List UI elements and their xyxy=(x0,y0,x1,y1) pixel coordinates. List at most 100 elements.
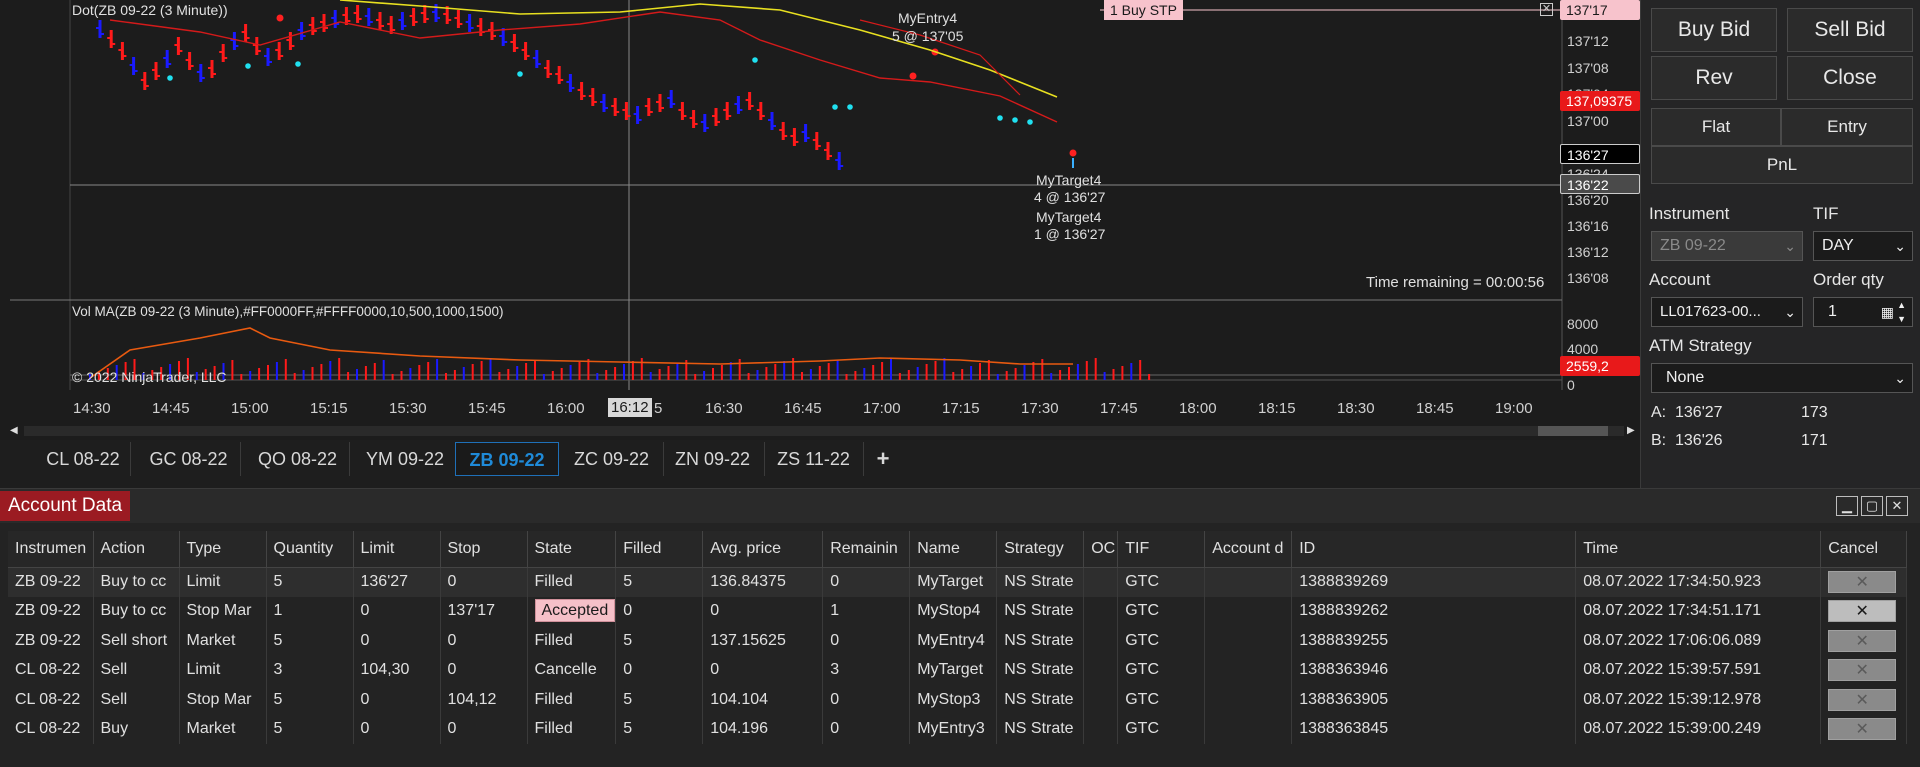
table-cell: Stop Mar xyxy=(179,596,267,626)
column-header[interactable]: Stop xyxy=(440,531,528,568)
table-cell: 104.104 xyxy=(702,685,824,715)
buy-bid-button[interactable]: Buy Bid xyxy=(1651,8,1777,52)
column-header[interactable]: Instrumen xyxy=(8,531,94,568)
table-cell: NS Strate xyxy=(996,714,1085,744)
tab-gc-08-22[interactable]: GC 08-22 xyxy=(137,442,241,476)
table-cell: NS Strate xyxy=(996,655,1085,685)
entry-annotation-detail: 5 @ 137'05 xyxy=(892,28,964,44)
cancel-order-button[interactable]: ✕ xyxy=(1828,629,1897,652)
table-row[interactable]: CL 08-22 Buy Market 5 0 0 Filled 5 104.196 0 MyEnt… xyxy=(8,714,1908,744)
column-header[interactable]: Type xyxy=(179,531,267,568)
scroll-left-icon[interactable]: ◀ xyxy=(10,424,22,438)
tab-zs-11-22[interactable]: ZS 11-22 xyxy=(764,442,864,476)
tab-qo-08-22[interactable]: QO 08-22 xyxy=(246,442,350,476)
calculator-icon[interactable]: ▦ xyxy=(1881,298,1894,326)
reverse-button[interactable]: Rev xyxy=(1651,56,1777,100)
table-cell: 136.84375 xyxy=(702,567,824,597)
order-qty-input[interactable]: 1 ▦ ▲ ▼ xyxy=(1813,297,1913,327)
tab-cl-08-22[interactable]: CL 08-22 xyxy=(36,442,131,476)
column-header[interactable]: OC xyxy=(1083,531,1119,568)
column-header[interactable]: Avg. price xyxy=(702,531,824,568)
minimize-icon[interactable]: ▁ xyxy=(1836,496,1858,516)
cancel-order-button[interactable]: ✕ xyxy=(1828,571,1897,593)
scroll-right-icon[interactable]: ▶ xyxy=(1627,424,1639,438)
volume-tick: 8000 xyxy=(1567,316,1599,332)
column-header[interactable]: Quantity xyxy=(266,531,354,568)
cancel-order-button[interactable]: ✕ xyxy=(1828,600,1897,623)
table-row[interactable]: CL 08-22 Sell Stop Mar 5 0 104,12 Filled 5 104.1… xyxy=(8,685,1908,715)
spinner-icon[interactable]: ▲ ▼ xyxy=(1897,298,1906,326)
table-cell: MyStop3 xyxy=(909,685,998,715)
tab-zc-09-22[interactable]: ZC 09-22 xyxy=(560,442,664,476)
time-remaining: Time remaining = 00:00:56 xyxy=(1366,274,1545,291)
table-cell: Filled xyxy=(527,567,617,597)
volume-indicator-label: Vol MA(ZB 09-22 (3 Minute),#FF0000FF,#FF… xyxy=(72,304,504,319)
entry-button[interactable]: Entry xyxy=(1781,108,1913,146)
flat-button[interactable]: Flat xyxy=(1651,108,1781,146)
cancel-order-button[interactable]: ✕ xyxy=(1828,688,1897,711)
close-button[interactable]: Close xyxy=(1787,56,1913,100)
table-cell: Filled xyxy=(527,685,617,715)
table-cell: MyTarget xyxy=(909,567,998,597)
column-header[interactable]: Time xyxy=(1575,531,1822,568)
table-cell: GTC xyxy=(1117,655,1206,685)
table-cell: MyEntry4 xyxy=(909,626,998,656)
chart-area[interactable]: Dot(ZB 09-22 (3 Minute)) Vol MA(ZB 09-22… xyxy=(0,0,1640,440)
account-data-titlebar[interactable]: Account Data ▁ ▢ ✕ xyxy=(0,489,1920,523)
column-header[interactable]: Limit xyxy=(353,531,441,568)
column-header[interactable]: Strategy xyxy=(996,531,1085,568)
table-cell: 1 xyxy=(822,596,911,626)
instrument-tabs: CL 08-22 GC 08-22 QO 08-22 YM 09-22 ZB 0… xyxy=(0,440,1640,478)
instrument-select[interactable]: ZB 09-22 ⌄ xyxy=(1651,231,1803,261)
cancel-cell: ✕ xyxy=(1820,655,1908,685)
pnl-button[interactable]: PnL xyxy=(1651,146,1913,184)
close-window-icon[interactable]: ✕ xyxy=(1886,496,1908,516)
indicator-dot xyxy=(1069,149,1077,157)
instrument-label: Instrument xyxy=(1649,204,1730,223)
maximize-icon[interactable]: ▢ xyxy=(1861,496,1883,516)
tab-zb-09-22[interactable]: ZB 09-22 xyxy=(455,442,559,476)
table-cell: 5 xyxy=(615,685,704,715)
add-tab-button[interactable]: + xyxy=(866,442,900,476)
table-cell: Sell xyxy=(93,685,180,715)
table-row[interactable]: ZB 09-22 Buy to cc Limit 5 136'27 0 Filled 5 136… xyxy=(8,567,1908,597)
cancel-cell: ✕ xyxy=(1820,567,1908,597)
table-cell: Market xyxy=(179,626,267,656)
column-header[interactable]: TIF xyxy=(1117,531,1206,568)
column-header[interactable]: Action xyxy=(93,531,180,568)
order-tag-buy-stp[interactable]: 1 Buy STP xyxy=(1104,0,1183,20)
table-cell: Filled xyxy=(527,714,617,744)
horizontal-scrollbar[interactable] xyxy=(24,426,1624,436)
indicator-dot xyxy=(832,104,838,110)
table-row[interactable]: ZB 09-22 Buy to cc Stop Mar 1 0 137'17 Accepte… xyxy=(8,596,1908,626)
table-cell: 1388839255 xyxy=(1291,626,1577,656)
table-row[interactable]: CL 08-22 Sell Limit 3 104,30 0 Cancelle 0 0 3 MyTa… xyxy=(8,655,1908,685)
tab-ym-09-22[interactable]: YM 09-22 xyxy=(354,442,457,476)
indicator-dot xyxy=(909,72,917,80)
table-cell: 104,12 xyxy=(440,685,528,715)
table-cell: CL 08-22 xyxy=(8,655,94,685)
time-tick: 14:45 xyxy=(152,400,190,417)
column-header[interactable]: ID xyxy=(1291,531,1577,568)
table-cell: 5 xyxy=(615,714,704,744)
volume-tick: 0 xyxy=(1567,377,1575,393)
column-header[interactable]: Remainin xyxy=(822,531,911,568)
column-header[interactable]: Cancel xyxy=(1820,531,1908,568)
tab-zn-09-22[interactable]: ZN 09-22 xyxy=(661,442,765,476)
atm-strategy-select[interactable]: None ⌄ xyxy=(1651,363,1913,393)
column-header[interactable]: Account d xyxy=(1204,531,1293,568)
tif-select[interactable]: DAY ⌄ xyxy=(1813,231,1913,261)
cancel-order-button[interactable]: ✕ xyxy=(1828,659,1897,682)
table-cell: 0 xyxy=(440,626,528,656)
scrollbar-thumb[interactable] xyxy=(1538,426,1608,436)
time-tick: 16:45 xyxy=(784,400,822,417)
chevron-down-icon: ⌄ xyxy=(1784,238,1796,254)
cancel-order-button[interactable]: ✕ xyxy=(1828,718,1897,741)
sell-bid-button[interactable]: Sell Bid xyxy=(1787,8,1913,52)
account-select[interactable]: LL017623-00... ⌄ xyxy=(1651,297,1803,327)
order-close-icon[interactable]: ✕ xyxy=(1540,3,1553,16)
column-header[interactable]: Name xyxy=(909,531,998,568)
column-header[interactable]: State xyxy=(527,531,617,568)
column-header[interactable]: Filled xyxy=(615,531,704,568)
table-row[interactable]: ZB 09-22 Sell short Market 5 0 0 Filled 5 137.15… xyxy=(8,626,1908,656)
